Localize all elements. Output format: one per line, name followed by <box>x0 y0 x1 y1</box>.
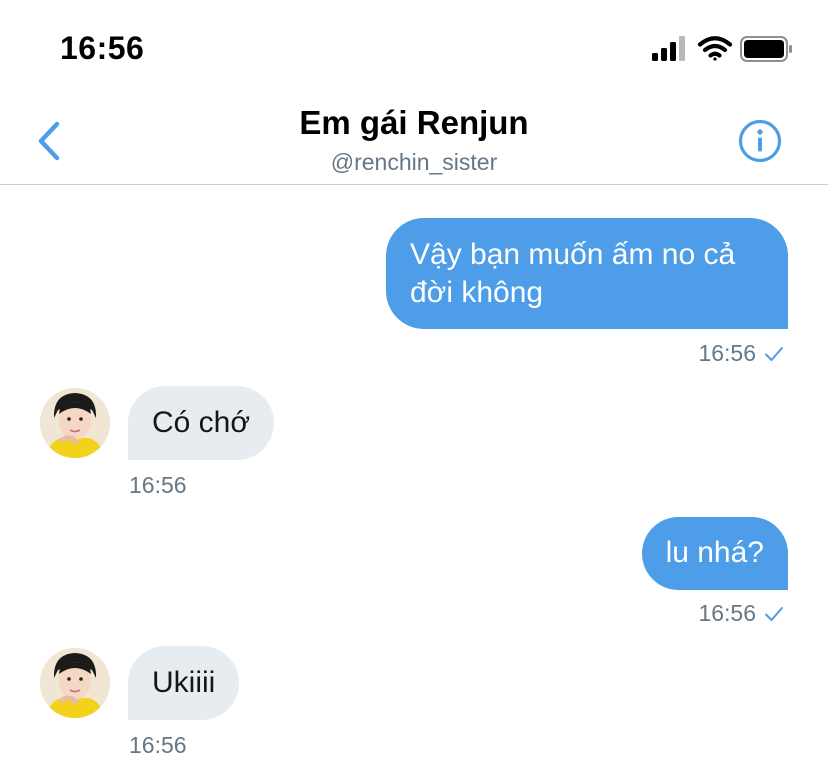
avatar[interactable] <box>40 388 110 458</box>
message-timestamp: 16:56 <box>698 600 784 627</box>
conversation-handle[interactable]: @renchin_sister <box>0 149 828 176</box>
outgoing-message[interactable]: lu nhá? <box>641 517 788 590</box>
wifi-icon <box>697 36 733 61</box>
conversation-title[interactable]: Em gái Renjun <box>0 104 828 142</box>
timestamp-text: 16:56 <box>698 340 756 366</box>
check-icon <box>765 346 783 361</box>
message-timestamp: 16:56 <box>129 732 187 758</box>
battery-icon <box>740 36 792 62</box>
outgoing-message[interactable]: Vậy bạn muốn ấm no cả đời không <box>386 218 788 329</box>
conversation-header: Em gái Renjun @renchin_sister <box>0 96 828 185</box>
timestamp-text: 16:56 <box>698 600 756 626</box>
message-timestamp: 16:56 <box>129 472 187 498</box>
message-timestamp: 16:56 <box>698 340 784 367</box>
incoming-message[interactable]: Ukiiii <box>128 646 240 720</box>
dm-conversation-screen: 16:56 Em gái Renjun @renchin_sister Vậy … <box>0 0 828 775</box>
cellular-signal-icon <box>652 36 685 61</box>
info-icon <box>738 119 782 163</box>
info-button[interactable] <box>738 119 782 163</box>
status-time: 16:56 <box>60 30 145 66</box>
check-icon <box>765 606 783 621</box>
status-bar: 16:56 <box>0 0 828 96</box>
avatar[interactable] <box>40 648 110 718</box>
status-icons <box>652 36 794 64</box>
incoming-message[interactable]: Có chớ <box>128 386 275 460</box>
